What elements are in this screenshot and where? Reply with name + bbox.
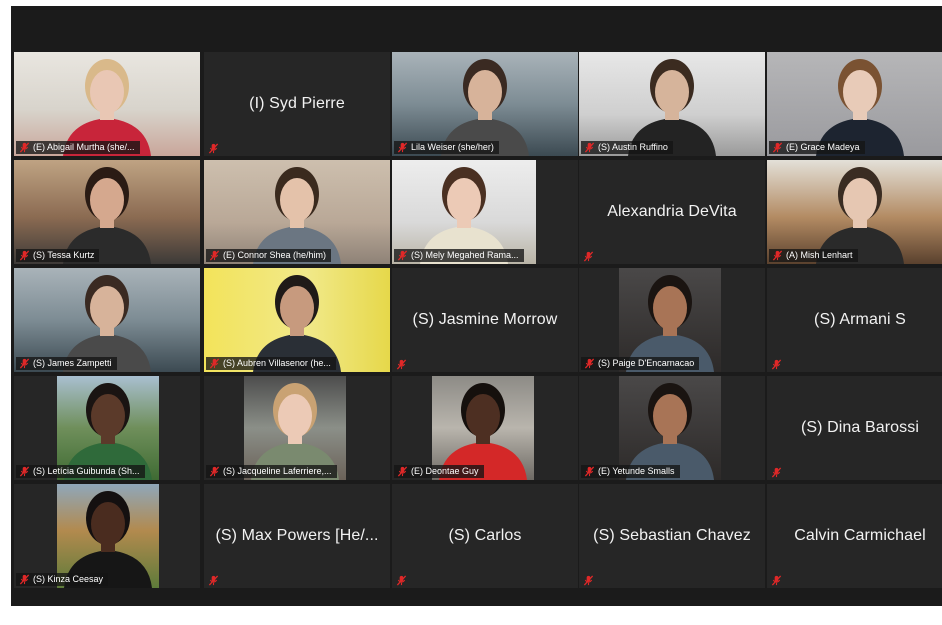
participant-nameplate: (E) Grace Madeya: [769, 141, 865, 154]
participant-tile[interactable]: (E) Deontae Guy: [392, 376, 578, 480]
participant-name: (A) Mish Lenhart: [786, 250, 853, 260]
participant-tile[interactable]: (S) Max Powers [He/...: [204, 484, 390, 588]
participant-name: (S) Dina Barossi: [800, 419, 920, 436]
participant-tile[interactable]: (S) Jacqueline Laferriere,...: [204, 376, 390, 480]
participant-nameplate: (A) Mish Lenhart: [769, 249, 858, 262]
participant-nameplate: (S) James Zampetti: [16, 357, 117, 370]
mic-muted-icon: [208, 141, 219, 154]
participant-name: (S) Sebastian Chavez: [593, 527, 751, 544]
participant-name: (S) Max Powers [He/...: [215, 527, 379, 544]
participant-tile[interactable]: (S) Austin Ruffino: [579, 52, 765, 156]
participant-tile[interactable]: (E) Connor Shea (he/him): [204, 160, 390, 264]
mic-muted-icon: [396, 573, 407, 586]
mic-muted-icon: [19, 466, 30, 477]
mic-muted-icon: [19, 142, 30, 153]
participant-name: (S) Paige D'Encarnacao: [598, 358, 695, 368]
mic-muted-icon: [397, 250, 408, 261]
mic-muted-icon: [583, 573, 594, 586]
participant-name: (S) Carlos: [448, 527, 522, 544]
participant-nameplate: (E) Yetunde Smalls: [581, 465, 680, 478]
participant-tile[interactable]: Lila Weiser (she/her): [392, 52, 578, 156]
participant-name: (E) Yetunde Smalls: [598, 466, 675, 476]
participant-tile[interactable]: (S) Jasmine Morrow: [392, 268, 578, 372]
participant-nameplate: (S) Aubren Villasenor (he...: [206, 357, 336, 370]
participant-tile[interactable]: (S) Sebastian Chavez: [579, 484, 765, 588]
participant-tile[interactable]: (E) Yetunde Smalls: [579, 376, 765, 480]
mic-muted-icon: [19, 358, 30, 369]
gallery-grid: (E) Abigail Murtha (she/... (I) Syd Pierr…: [0, 0, 942, 625]
participant-nameplate: (E) Deontae Guy: [394, 465, 484, 478]
mic-muted-icon: [19, 250, 30, 261]
participant-nameplate: Lila Weiser (she/her): [394, 141, 499, 154]
mic-muted-icon: [19, 574, 30, 585]
participant-tile[interactable]: (S) James Zampetti: [14, 268, 200, 372]
participant-nameplate: (S) Austin Ruffino: [581, 141, 673, 154]
participant-tile[interactable]: (S) Kinza Ceesay: [14, 484, 200, 588]
participant-tile[interactable]: (S) Carlos: [392, 484, 578, 588]
participant-name: Alexandria DeVita: [607, 203, 737, 220]
mic-muted-icon: [583, 249, 594, 262]
participant-name: (S) Aubren Villasenor (he...: [223, 358, 331, 368]
participant-nameplate: (S) Tessa Kurtz: [16, 249, 100, 262]
participant-name: (S) James Zampetti: [33, 358, 112, 368]
participant-tile[interactable]: (E) Abigail Murtha (she/...: [14, 52, 200, 156]
participant-nameplate: (S) Jacqueline Laferriere,...: [206, 465, 337, 478]
participant-name: (S) Austin Ruffino: [598, 142, 668, 152]
participant-name: (S) Kinza Ceesay: [33, 574, 104, 584]
mic-muted-icon: [772, 250, 783, 261]
participant-name: (E) Abigail Murtha (she/...: [33, 142, 135, 152]
participant-name: Calvin Carmichael: [794, 527, 926, 544]
mic-muted-icon: [771, 357, 782, 370]
mic-muted-icon: [209, 466, 220, 477]
participant-tile[interactable]: (S) Letícia Guibunda (Sh...: [14, 376, 200, 480]
participant-tile[interactable]: (S) Aubren Villasenor (he...: [204, 268, 390, 372]
participant-name: (S) Jasmine Morrow: [412, 311, 558, 328]
participant-tile[interactable]: (S) Dina Barossi: [767, 376, 942, 480]
participant-tile[interactable]: Calvin Carmichael: [767, 484, 942, 588]
participant-name: (S) Mely Megahed Rama...: [411, 250, 519, 260]
mic-muted-icon: [397, 142, 408, 153]
participant-name: (E) Deontae Guy: [411, 466, 479, 476]
participant-tile[interactable]: (I) Syd Pierre: [204, 52, 390, 156]
participant-name: (S) Letícia Guibunda (Sh...: [33, 466, 140, 476]
participant-nameplate: (E) Connor Shea (he/him): [206, 249, 332, 262]
participant-tile[interactable]: (S) Mely Megahed Rama...: [392, 160, 578, 264]
participant-name: (E) Connor Shea (he/him): [223, 250, 327, 260]
participant-tile[interactable]: (E) Grace Madeya: [767, 52, 942, 156]
participant-tile[interactable]: (S) Paige D'Encarnacao: [579, 268, 765, 372]
participant-name: (S) Tessa Kurtz: [33, 250, 95, 260]
participant-nameplate: (S) Mely Megahed Rama...: [394, 249, 524, 262]
mic-muted-icon: [397, 466, 408, 477]
mic-muted-icon: [771, 465, 782, 478]
participant-tile[interactable]: Alexandria DeVita: [579, 160, 765, 264]
participant-name: (S) Jacqueline Laferriere,...: [223, 466, 332, 476]
participant-name: (I) Syd Pierre: [249, 95, 345, 112]
mic-muted-icon: [771, 573, 782, 586]
mic-muted-icon: [584, 358, 595, 369]
participant-tile[interactable]: (S) Armani S: [767, 268, 942, 372]
mic-muted-icon: [396, 357, 407, 370]
mic-muted-icon: [772, 142, 783, 153]
participant-name: Lila Weiser (she/her): [411, 142, 494, 152]
mic-muted-icon: [209, 250, 220, 261]
participant-name: (S) Armani S: [814, 311, 906, 328]
mic-muted-icon: [584, 466, 595, 477]
participant-nameplate: (S) Kinza Ceesay: [16, 573, 109, 586]
participant-nameplate: (E) Abigail Murtha (she/...: [16, 141, 140, 154]
participant-nameplate: (S) Paige D'Encarnacao: [581, 357, 700, 370]
participant-tile[interactable]: (S) Tessa Kurtz: [14, 160, 200, 264]
mic-muted-icon: [208, 573, 219, 586]
participant-name: (E) Grace Madeya: [786, 142, 860, 152]
mic-muted-icon: [584, 142, 595, 153]
participant-tile[interactable]: (A) Mish Lenhart: [767, 160, 942, 264]
participant-nameplate: (S) Letícia Guibunda (Sh...: [16, 465, 145, 478]
mic-muted-icon: [209, 358, 220, 369]
